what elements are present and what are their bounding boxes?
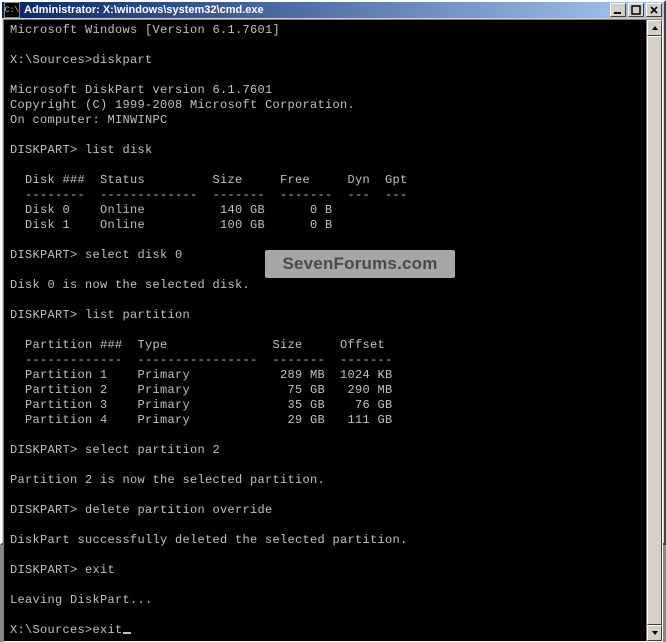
client-area: Microsoft Windows [Version 6.1.7601] X:\… xyxy=(3,19,663,642)
line: Disk 1 Online 100 GB 0 B xyxy=(10,218,333,232)
line: Partition 3 Primary 35 GB 76 GB xyxy=(10,398,393,412)
line: Disk 0 is now the selected disk. xyxy=(10,278,250,292)
window-title: Administrator: X:\windows\system32\cmd.e… xyxy=(24,4,610,16)
line: Partition ### Type Size Offset xyxy=(10,338,385,352)
line: Leaving DiskPart... xyxy=(10,593,153,607)
minimize-icon xyxy=(613,5,623,15)
line: DISKPART> list disk xyxy=(10,143,153,157)
line: Microsoft DiskPart version 6.1.7601 xyxy=(10,83,273,97)
minimize-button[interactable] xyxy=(610,3,626,17)
terminal-output[interactable]: Microsoft Windows [Version 6.1.7601] X:\… xyxy=(4,20,646,641)
chevron-up-icon xyxy=(651,24,659,32)
line: DISKPART> delete partition override xyxy=(10,503,273,517)
close-icon xyxy=(649,5,659,15)
cursor xyxy=(123,632,131,634)
line: Microsoft Windows [Version 6.1.7601] xyxy=(10,23,280,37)
scroll-thumb[interactable] xyxy=(647,36,662,625)
line: X:\Sources>diskpart xyxy=(10,53,153,67)
line: ------------- ---------------- ------- -… xyxy=(10,353,393,367)
close-button[interactable] xyxy=(646,3,662,17)
line: DISKPART> exit xyxy=(10,563,115,577)
line: Disk 0 Online 140 GB 0 B xyxy=(10,203,333,217)
maximize-button[interactable] xyxy=(628,3,644,17)
line: Copyright (C) 1999-2008 Microsoft Corpor… xyxy=(10,98,355,112)
line: DISKPART> select partition 2 xyxy=(10,443,220,457)
line: Partition 2 is now the selected partitio… xyxy=(10,473,325,487)
scroll-up-button[interactable] xyxy=(647,20,662,36)
line: DISKPART> select disk 0 xyxy=(10,248,183,262)
line: Disk ### Status Size Free Dyn Gpt xyxy=(10,173,408,187)
scroll-track[interactable] xyxy=(647,36,662,625)
titlebar[interactable]: C:\ Administrator: X:\windows\system32\c… xyxy=(2,2,664,18)
vertical-scrollbar[interactable] xyxy=(646,20,662,641)
scroll-down-button[interactable] xyxy=(647,625,662,641)
chevron-down-icon xyxy=(651,629,659,637)
line: On computer: MINWINPC xyxy=(10,113,168,127)
line: -------- ------------- ------- ------- -… xyxy=(10,188,408,202)
line: DISKPART> list partition xyxy=(10,308,190,322)
maximize-icon xyxy=(631,5,641,15)
watermark: SevenForums.com xyxy=(265,250,455,278)
window-controls xyxy=(610,3,662,17)
line: Partition 2 Primary 75 GB 290 MB xyxy=(10,383,393,397)
cmd-icon: C:\ xyxy=(4,2,20,18)
line: Partition 4 Primary 29 GB 111 GB xyxy=(10,413,393,427)
line: Partition 1 Primary 289 MB 1024 KB xyxy=(10,368,393,382)
line: X:\Sources>exit xyxy=(10,623,123,637)
